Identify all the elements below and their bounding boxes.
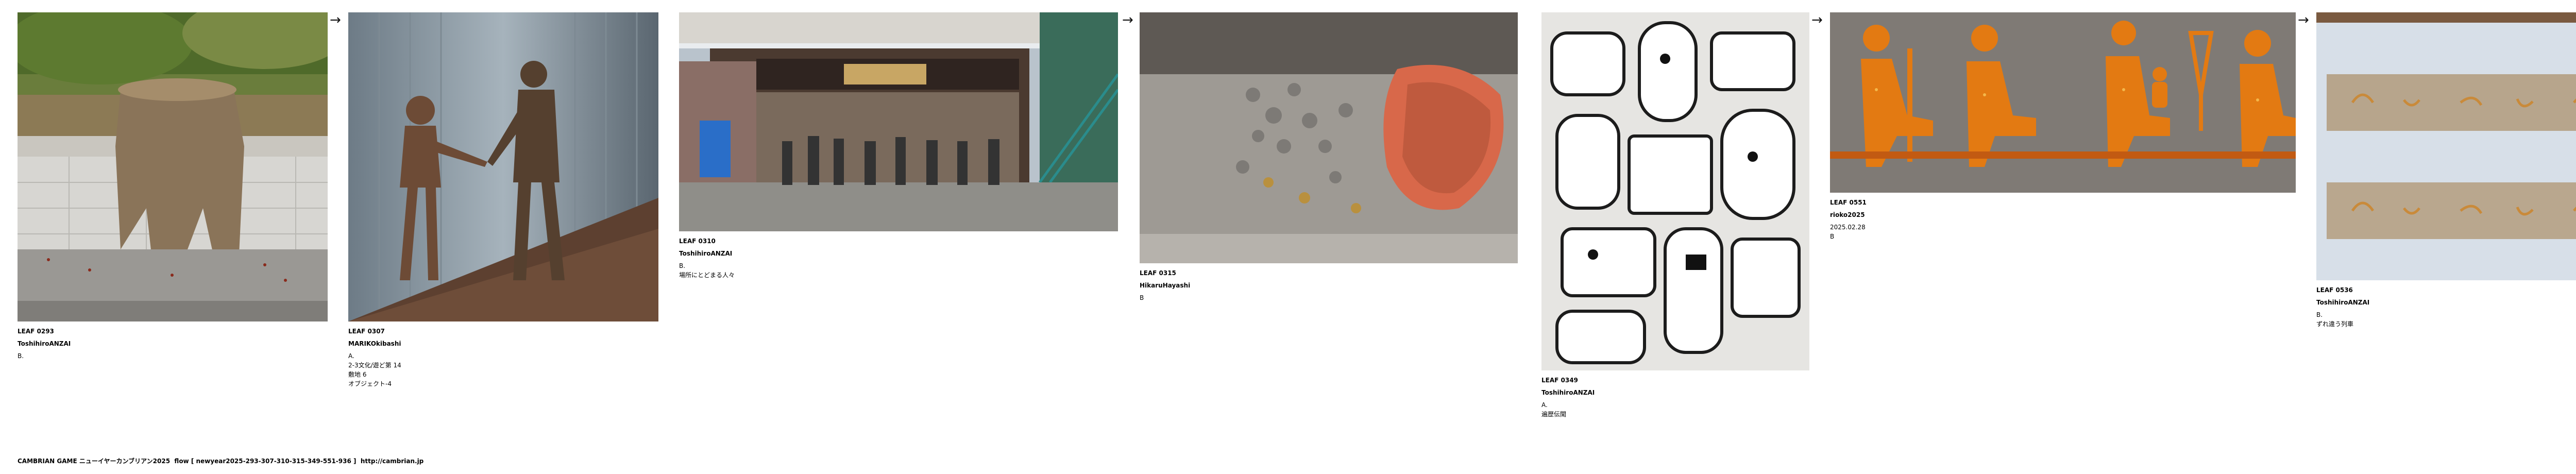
leaf-note: B [1140, 294, 1144, 301]
leaf-caption: LEAF 0293 ToshihiroANZAI B. [18, 327, 328, 361]
flow-arrow-icon: → [1122, 12, 1133, 28]
leaf-code: LEAF 0307 [348, 328, 385, 335]
leaf-author[interactable]: HikaruHayashi [1140, 281, 1518, 290]
leaf-caption: LEAF 0307 MARIKOkibashi A. 2-3文化/遊ど第 14 … [348, 327, 658, 388]
leaf-caption: LEAF 0310 ToshihiroANZAI B. 場所にとどまる人々 [679, 236, 1118, 280]
leaf-caption: LEAF 0349 ToshihiroANZAI A. 遍歴伝聞 [1541, 376, 1809, 419]
leaf-code: LEAF 0536 [2316, 286, 2353, 294]
flow-arrow-icon: → [2298, 12, 2309, 28]
leaf-note: 2-3文化/遊ど第 14 [348, 362, 401, 369]
leaf-author[interactable]: MARIKOkibashi [348, 339, 658, 348]
leaf-note: B. [2316, 311, 2323, 318]
leaf-note: オブジェクト-4 [348, 380, 392, 387]
flow-arrow-icon: → [330, 12, 341, 28]
leaf-code: LEAF 0551 [1830, 199, 1867, 206]
leaf-note: 敷地 6 [348, 371, 367, 378]
leaf-note: A. [348, 352, 354, 360]
leaf-caption: LEAF 0551 rioko2025 2025.02.28 B [1830, 198, 2296, 241]
footer-link[interactable]: http://cambrian.jp [361, 458, 423, 465]
leaf-note: A. [1541, 401, 1548, 409]
leaf-card-0307[interactable]: LEAF 0307 MARIKOkibashi A. 2-3文化/遊ど第 14 … [348, 12, 658, 388]
leaf-author[interactable]: ToshihiroANZAI [679, 249, 1118, 258]
leaf-note: 遍歴伝聞 [1541, 411, 1567, 418]
leaf-note: ずれ違う列車 [2316, 320, 2354, 328]
leaf-author[interactable]: rioko2025 [1830, 210, 2296, 219]
leaf-author[interactable]: ToshihiroANZAI [1541, 388, 1809, 397]
leaf-note: 場所にとどまる人々 [679, 272, 735, 279]
leaf-photo-priority-seat-sign[interactable] [1830, 12, 2296, 193]
leaf-note: 2025.02.28 [1830, 224, 1866, 231]
leaf-photo-tree-stump[interactable] [18, 12, 328, 321]
leaf-code: LEAF 0310 [679, 238, 716, 245]
leaf-photo-shopfront[interactable] [679, 12, 1118, 231]
leaf-card-0293[interactable]: LEAF 0293 ToshihiroANZAI B. [18, 12, 328, 361]
footer-title: CAMBRIAN GAME ニューイヤーカンブリアン2025 [18, 458, 171, 465]
leaf-caption: LEAF 0536 ToshihiroANZAI B. ずれ違う列車 [2316, 285, 2576, 329]
leaf-card-0551[interactable]: LEAF 0551 rioko2025 2025.02.28 B [1830, 12, 2296, 241]
leaf-card-0310[interactable]: LEAF 0310 ToshihiroANZAI B. 場所にとどまる人々 [679, 12, 1118, 280]
leaf-card-0536[interactable]: LEAF 0536 ToshihiroANZAI B. ずれ違う列車 [2316, 12, 2576, 329]
leaf-photo-pipe-fittings[interactable] [1140, 12, 1518, 263]
leaf-code: LEAF 0293 [18, 328, 54, 335]
leaf-photo-wooden-boards[interactable] [2316, 12, 2576, 280]
flow-arrow-icon: → [1811, 12, 1823, 28]
leaf-code: LEAF 0349 [1541, 377, 1578, 384]
leaf-code: LEAF 0315 [1140, 269, 1176, 277]
leaf-note: B [1830, 233, 1835, 240]
footer-flow: flow [ newyear2025-293-307-310-315-349-5… [174, 458, 357, 465]
leaf-note: B. [679, 262, 686, 269]
leaf-caption: LEAF 0315 HikaruHayashi B [1140, 268, 1518, 302]
leaf-card-0315[interactable]: LEAF 0315 HikaruHayashi B [1140, 12, 1518, 302]
leaf-note: B. [18, 352, 24, 360]
leaf-author[interactable]: ToshihiroANZAI [18, 339, 328, 348]
page-footer: CAMBRIAN GAME ニューイヤーカンブリアン2025 flow [ ne… [18, 456, 423, 465]
leaf-photo-statues[interactable] [348, 12, 658, 321]
leaf-card-0349[interactable]: LEAF 0349 ToshihiroANZAI A. 遍歴伝聞 [1541, 12, 1809, 419]
leaf-author[interactable]: ToshihiroANZAI [2316, 298, 2576, 307]
leaf-photo-relief-mural[interactable] [1541, 12, 1809, 370]
